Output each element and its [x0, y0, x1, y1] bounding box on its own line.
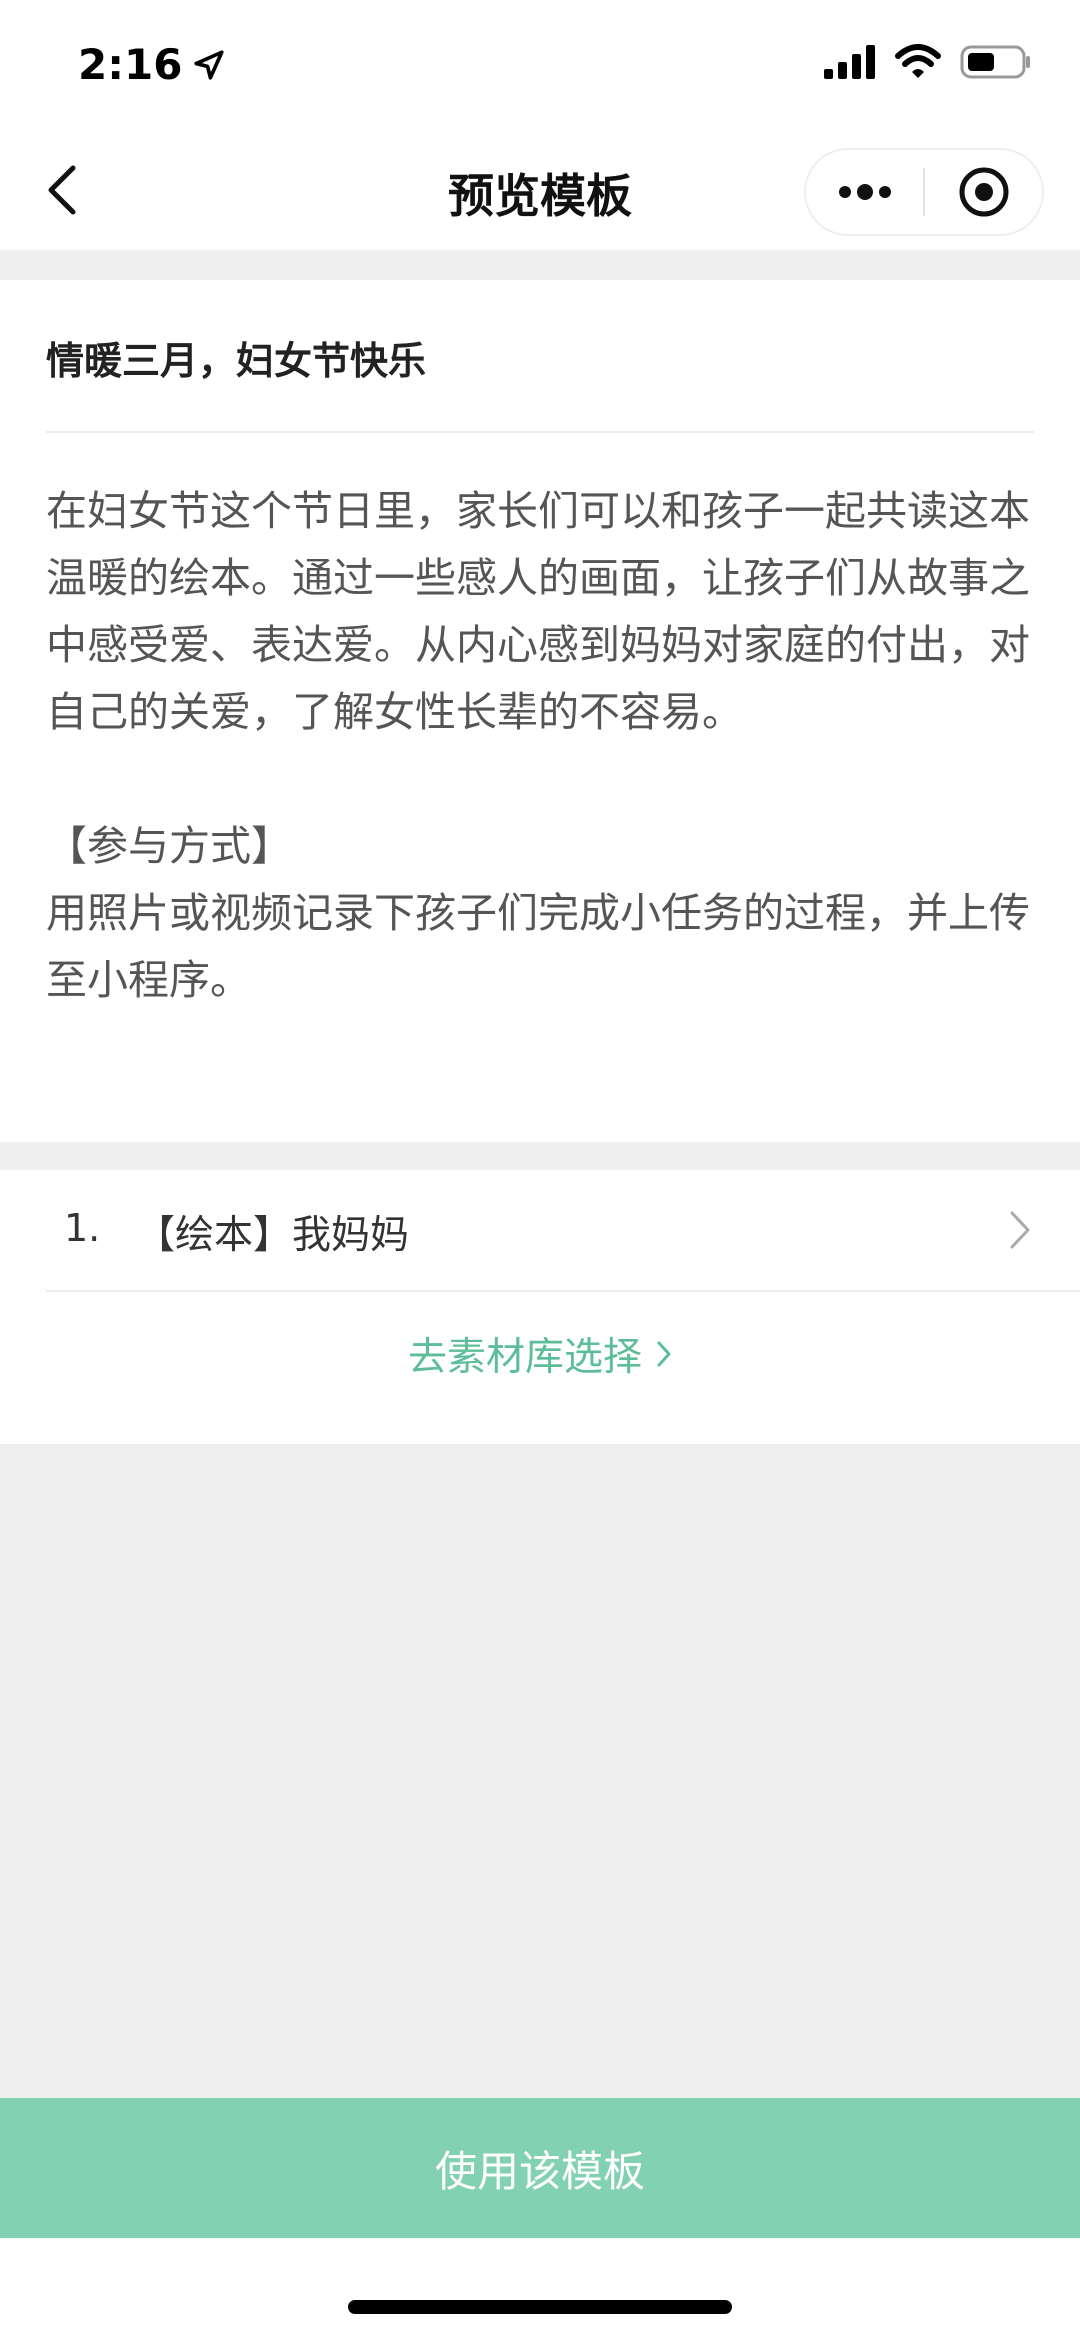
- target-close-icon: [959, 167, 1008, 217]
- material-library-link-label: 去素材库选择: [407, 1335, 642, 1380]
- list-item[interactable]: 1. 【绘本】我妈妈: [0, 1170, 1080, 1290]
- mini-program-capsule: [804, 148, 1044, 236]
- status-time-text: 2:16: [78, 40, 183, 89]
- list-item-number: 1.: [64, 1206, 101, 1250]
- status-indicators: [824, 44, 1032, 80]
- more-dots-icon: [838, 184, 891, 200]
- cellular-signal-icon: [824, 45, 875, 79]
- home-indicator[interactable]: [348, 2300, 732, 2314]
- close-miniprogram-button[interactable]: [925, 150, 1042, 234]
- materials-card: 1. 【绘本】我妈妈 去素材库选择: [0, 1170, 1080, 1444]
- list-divider: [46, 1290, 1080, 1292]
- wifi-icon: [895, 44, 941, 78]
- list-item-label: 【绘本】我妈妈: [136, 1213, 410, 1258]
- description-paragraph: 在妇女节这个节日里，家长们可以和孩子一起共读这本温暖的绘本。通过一些感人的画面，…: [46, 487, 1030, 736]
- chevron-right-small-icon: [657, 1341, 671, 1367]
- template-description-card: 情暖三月，妇女节快乐 在妇女节这个节日里，家长们可以和孩子一起共读这本温暖的绘本…: [0, 280, 1080, 1142]
- title-divider: [46, 431, 1034, 433]
- participation-heading: 【参与方式】: [46, 822, 292, 870]
- use-template-button[interactable]: 使用该模板: [0, 2098, 1080, 2238]
- status-bar: 2:16: [0, 0, 1080, 130]
- more-button[interactable]: [806, 150, 923, 234]
- page: 2:16 预览模板 情暖三月，妇女节快乐 在妇女节这个节日里，家长们可以和孩子一…: [0, 0, 1080, 2337]
- battery-icon: [960, 45, 1030, 79]
- home-indicator-area: [0, 2238, 1080, 2337]
- participation-paragraph: 用照片或视频记录下孩子们完成小任务的过程，并上传至小程序。: [46, 889, 1030, 1004]
- material-library-link[interactable]: 去素材库选择: [0, 1326, 1080, 1382]
- location-arrow-icon: [194, 49, 225, 80]
- template-description: 在妇女节这个节日里，家长们可以和孩子一起共读这本温暖的绘本。通过一些感人的画面，…: [46, 478, 1034, 1014]
- template-title: 情暖三月，妇女节快乐: [46, 339, 427, 383]
- status-time: 2:16: [78, 40, 226, 89]
- nav-bar: 预览模板: [0, 130, 1080, 250]
- chevron-right-icon: [1000, 1210, 1040, 1250]
